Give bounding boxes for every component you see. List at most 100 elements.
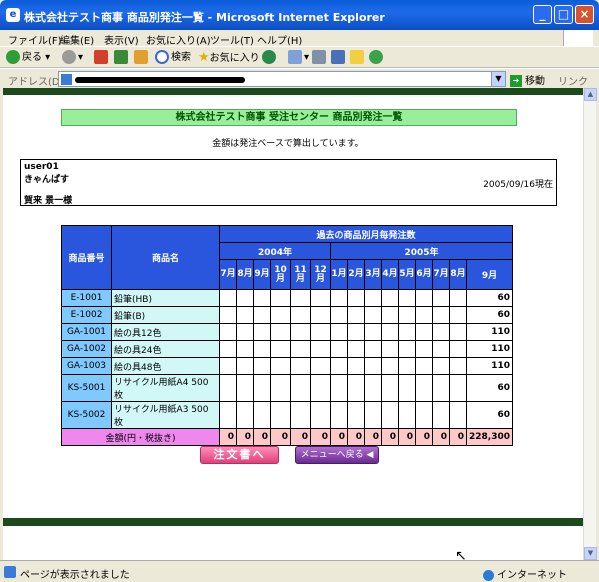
user-name: 賀来 景一様 <box>24 196 73 206</box>
product-name: 絵の具48色 <box>111 357 220 375</box>
scroll-down-icon[interactable]: ▼ <box>584 547 597 560</box>
total-month-cell: 0 <box>330 428 348 446</box>
search-button[interactable]: 検索 <box>155 50 191 66</box>
go-button[interactable]: ➜ 移動 <box>510 72 545 87</box>
mail-button[interactable]: ▾ <box>288 50 309 66</box>
month-cell <box>347 374 365 402</box>
total-month-cell: 0 <box>398 428 416 446</box>
table-row: KS-5002 リサイクル用紙A3 500枚 60 <box>61 401 513 429</box>
messenger-icon <box>369 50 383 64</box>
month-cell <box>398 289 416 307</box>
header-code: 商品番号 <box>61 225 112 290</box>
forward-button[interactable]: ▾ <box>62 50 83 66</box>
month-cell <box>290 306 311 324</box>
scroll-up-icon[interactable]: ▲ <box>584 88 597 101</box>
links-button[interactable]: リンク <box>558 73 588 88</box>
menu-help[interactable]: ヘルプ(H) <box>257 32 302 47</box>
order-form-button[interactable]: 注文書へ <box>200 446 279 464</box>
header-month: 8月 <box>449 259 467 290</box>
print-icon <box>312 50 326 64</box>
product-code: E-1001 <box>61 289 112 307</box>
month-cell <box>310 323 331 341</box>
month-cell <box>310 374 331 402</box>
product-code: GA-1003 <box>61 357 112 375</box>
month-cell <box>219 374 237 402</box>
home-button[interactable] <box>134 50 150 66</box>
month-cell <box>415 340 433 358</box>
favorites-button[interactable]: ★お気に入り <box>198 50 260 66</box>
total-month-cell: 0 <box>364 428 382 446</box>
back-button[interactable]: 戻る ▾ <box>6 50 50 66</box>
header-month: 2月 <box>347 259 365 290</box>
table-row: GA-1003 絵の具48色 110 <box>61 357 513 375</box>
page-viewport: 株式会社テスト商事 受注センター 商品別発注一覧 金額は発注ベースで算出していま… <box>3 88 583 560</box>
product-name: 鉛筆(HB) <box>111 289 220 307</box>
print-button[interactable] <box>312 50 328 66</box>
month-cell <box>290 323 311 341</box>
month-cell <box>310 401 331 429</box>
month-cell <box>364 401 382 429</box>
month-cell <box>219 323 237 341</box>
vertical-scrollbar[interactable]: ▲ ▼ <box>583 88 597 560</box>
minimize-button[interactable]: _ <box>533 5 552 24</box>
total-month-cell: 0 <box>219 428 237 446</box>
menu-tools[interactable]: ツール(T) <box>210 32 254 47</box>
menu-edit[interactable]: 編集(E) <box>60 32 94 47</box>
month-cell <box>364 323 382 341</box>
discuss-button[interactable] <box>350 50 366 66</box>
month-cell <box>253 323 271 341</box>
address-input[interactable]: ▼ <box>58 71 506 87</box>
month-cell <box>364 289 382 307</box>
messenger-button[interactable] <box>369 50 385 66</box>
total-month-cell: 0 <box>270 428 291 446</box>
month-cell <box>432 323 450 341</box>
month-cell <box>364 374 382 402</box>
total-month-cell: 0 <box>449 428 467 446</box>
header-month: 11月 <box>290 259 311 290</box>
maximize-button[interactable]: □ <box>554 5 573 24</box>
menu-favorites[interactable]: お気に入り(A) <box>146 32 211 47</box>
total-month-cell: 0 <box>347 428 365 446</box>
chevron-down-icon[interactable]: ▼ <box>491 72 505 86</box>
go-label: 移動 <box>525 76 545 87</box>
month-cell <box>381 289 399 307</box>
month-cell <box>253 374 271 402</box>
order-table: 商品番号 商品名 過去の商品別月毎発注数 2004年 2005年 7月 8月 9… <box>61 225 513 446</box>
product-name: リサイクル用紙A3 500枚 <box>111 401 220 429</box>
header-month: 12月 <box>310 259 331 290</box>
back-to-menu-button[interactable]: メニューへ戻る ◀ <box>295 446 379 464</box>
edit-button[interactable] <box>331 50 347 66</box>
menu-view[interactable]: 表示(V) <box>104 32 139 47</box>
header-month: 7月 <box>432 259 450 290</box>
month-cell <box>219 401 237 429</box>
menu-file[interactable]: ファイル(F) <box>8 32 62 47</box>
forward-arrow-icon <box>62 50 76 64</box>
month-cell <box>290 374 311 402</box>
header-month: 7月 <box>219 259 237 290</box>
history-button[interactable] <box>262 50 278 66</box>
stop-button[interactable] <box>94 50 110 66</box>
month-cell <box>432 306 450 324</box>
title-bar: e 株式会社テスト商事 商品別発注一覧 - Microsoft Internet… <box>0 0 599 30</box>
globe-icon <box>483 569 494 581</box>
month-cell <box>381 401 399 429</box>
row-total: 110 <box>466 357 513 375</box>
month-cell <box>253 289 271 307</box>
table-row: GA-1002 絵の具24色 110 <box>61 340 513 358</box>
month-cell <box>290 289 311 307</box>
month-cell <box>364 357 382 375</box>
refresh-button[interactable] <box>114 50 130 66</box>
month-cell <box>330 340 348 358</box>
month-cell <box>236 401 254 429</box>
month-cell <box>330 306 348 324</box>
close-button[interactable]: × <box>575 5 594 24</box>
month-cell <box>347 289 365 307</box>
month-cell <box>449 340 467 358</box>
product-name: 絵の具24色 <box>111 340 220 358</box>
mouse-cursor-icon: ↖ <box>455 548 467 564</box>
page-icon <box>61 74 72 85</box>
status-bar: ページが表示されました インターネット <box>0 560 599 582</box>
month-cell <box>415 357 433 375</box>
header-month: 9月 <box>253 259 271 290</box>
header-year-2004: 2004年 <box>219 242 331 260</box>
